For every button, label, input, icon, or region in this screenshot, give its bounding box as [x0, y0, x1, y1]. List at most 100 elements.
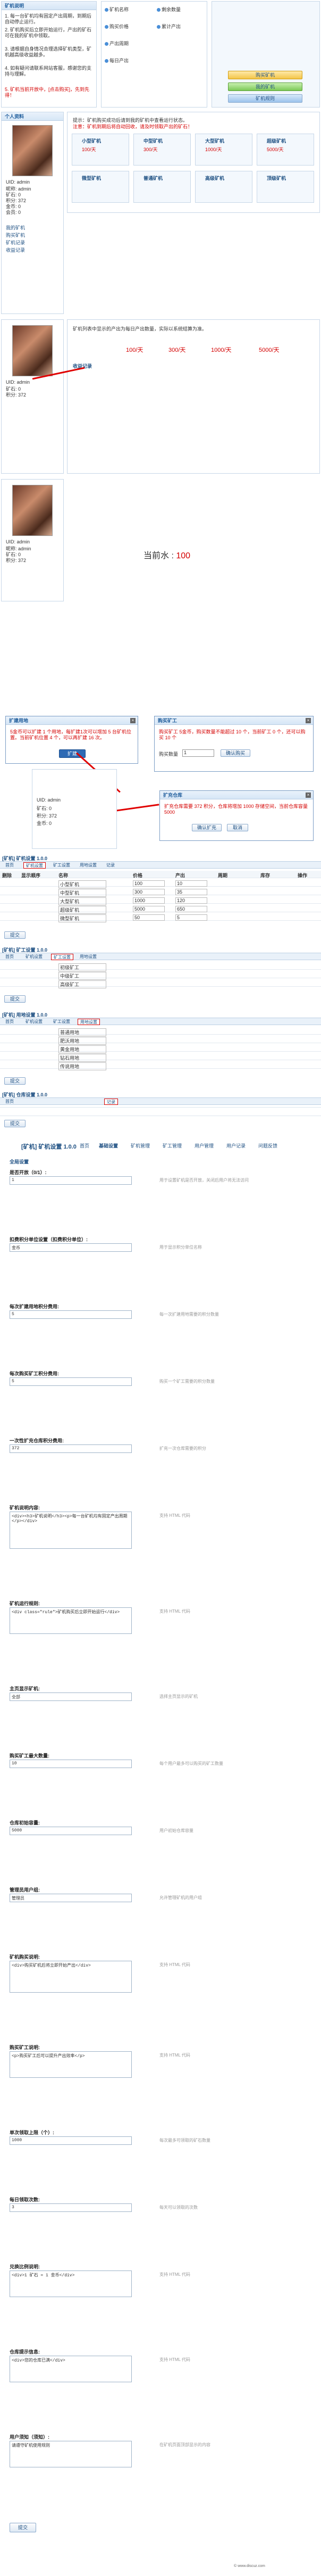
field-input[interactable]: <p>购买矿工后可以提升产出效率</p>: [10, 2051, 132, 2078]
submit-button[interactable]: 提交: [4, 995, 26, 1003]
field-input[interactable]: 金币: [10, 1243, 132, 1252]
tab-log[interactable]: 记录: [104, 862, 117, 869]
field-input[interactable]: <div>您的仓库已满</div>: [10, 2356, 132, 2382]
tab-feedback[interactable]: 问题反馈: [258, 1142, 277, 1149]
field-label: 每次扩建用地积分费用:: [10, 1304, 59, 1309]
rules-button[interactable]: 矿机规则: [228, 94, 302, 103]
profile-sidebar: 个人资料 UID: admin 昵称: admin 矿石: 0 积分: 372 …: [1, 112, 64, 314]
avatar[interactable]: [12, 485, 53, 536]
tab-users[interactable]: 用户管理: [195, 1142, 214, 1149]
tab-home[interactable]: 首页: [3, 954, 16, 960]
modal-expand-land: 扩建用地 × 5金币可以扩建 1 个用地，每扩建1次可以增加 5 台矿机位置。当…: [5, 716, 138, 764]
submit-button[interactable]: 提交: [4, 1077, 26, 1085]
field-input[interactable]: 5: [10, 1310, 132, 1319]
field-input[interactable]: 372: [10, 1444, 132, 1453]
tab-home[interactable]: 首页: [3, 1019, 16, 1025]
field-input[interactable]: 全部: [10, 1692, 132, 1701]
list-item[interactable]: 每日产出: [105, 57, 153, 64]
intro-bullet-3: 3. 请根据自身情况合理选择矿机类型，矿机越高级收益越多。: [5, 46, 92, 57]
profile-menu-item[interactable]: 我的矿机: [6, 224, 25, 231]
field-input[interactable]: <div><h3>矿机说明</h3><p>每一台矿机均有固定产出周期</p></…: [10, 1512, 132, 1549]
cancel-button[interactable]: 取消: [227, 824, 248, 831]
save-button[interactable]: 提交: [10, 2523, 36, 2532]
modal-buy-worker: 购买矿工 × 购买矿工 5金币，购买数量不能超过 10 个，当前矿工 0 个，还…: [154, 716, 314, 772]
field-label: 每日领取次数:: [10, 2197, 40, 2202]
tab-land[interactable]: 用地设置: [78, 862, 99, 869]
tab-machines[interactable]: 矿机管理: [131, 1142, 150, 1149]
list-item[interactable]: 累计产出: [157, 23, 205, 30]
profile-menu-item[interactable]: 收益记录: [6, 246, 25, 253]
table-row: 小型矿机 100 10: [0, 879, 321, 888]
tab-machine[interactable]: 矿机设置: [23, 862, 46, 869]
field-help: 在矿机页面顶部显示的内容: [159, 2442, 210, 2447]
qty-input[interactable]: 1: [182, 749, 214, 757]
field-label: 矿机运行规则:: [10, 1601, 40, 1606]
settings-section: 全局设置: [10, 1159, 29, 1165]
tab-machine[interactable]: 矿机设置: [23, 954, 45, 960]
field-input[interactable]: 管理员: [10, 1894, 132, 1902]
close-icon[interactable]: ×: [130, 718, 136, 723]
field-input[interactable]: 5000: [10, 1827, 132, 1835]
qty-label: 购买数量: [159, 752, 179, 757]
field-input[interactable]: <div class="rule">矿机购买后立即开始运行</div>: [10, 1607, 132, 1634]
machine-card[interactable]: 中型矿机 300/天: [133, 134, 191, 166]
avatar[interactable]: [12, 325, 53, 376]
tab-land[interactable]: 用地设置: [78, 1019, 100, 1025]
tab-worker[interactable]: 矿工设置: [51, 1019, 72, 1025]
list-item[interactable]: 购买价格: [105, 23, 153, 30]
tab-worker[interactable]: 矿工设置: [51, 954, 73, 960]
field-input[interactable]: <div>1 矿石 = 1 金币</div>: [10, 2270, 132, 2297]
tab-worker[interactable]: 矿工设置: [51, 862, 72, 869]
field-label: 矿机说明内容:: [10, 1505, 40, 1510]
list-item[interactable]: 产出周期: [105, 40, 153, 47]
field-input[interactable]: 3: [10, 2203, 132, 2212]
field-label: 仓库提示信息:: [10, 2349, 40, 2355]
profile-line: UID: admin: [6, 539, 30, 544]
table-row: 大型矿机 1000 120: [0, 896, 321, 905]
tab-workers[interactable]: 矿工管理: [163, 1142, 182, 1149]
machine-card[interactable]: 普通矿机: [133, 171, 191, 203]
avatar[interactable]: [12, 125, 53, 176]
buy-machine-button[interactable]: 购买矿机: [228, 71, 302, 79]
confirm-buy-button[interactable]: 确认购买: [221, 749, 250, 757]
profile-sidebar-3: UID: admin 昵称: admin 矿石: 0 积分: 372: [1, 479, 64, 601]
machine-card[interactable]: 高级矿机: [195, 171, 252, 203]
field-input[interactable]: 5: [10, 1377, 132, 1386]
confirm-expand-button[interactable]: 确认扩充: [192, 824, 222, 831]
close-icon[interactable]: ×: [306, 792, 311, 798]
machine-card[interactable]: 顶级矿机: [257, 171, 314, 203]
field-input[interactable]: 1000: [10, 2136, 132, 2145]
my-machine-button[interactable]: 我的矿机: [228, 82, 302, 91]
tab-land[interactable]: 用地设置: [78, 954, 99, 960]
close-icon[interactable]: ×: [306, 718, 311, 723]
tab-home[interactable]: 首页: [3, 1099, 16, 1105]
tab-machine[interactable]: 矿机设置: [23, 1019, 45, 1025]
machine-card[interactable]: 小型矿机 100/天: [72, 134, 129, 166]
profile-menu-item[interactable]: 矿机记录: [6, 239, 25, 246]
tab-home[interactable]: 首页: [80, 1142, 89, 1149]
field-label: 管理员用户组:: [10, 1887, 40, 1893]
field-input[interactable]: 1: [10, 1176, 132, 1185]
modal-text: 购买矿工 5金币，购买数量不能超过 10 个，当前矿工 0 个，还可以购买 10…: [159, 729, 306, 740]
tab-log[interactable]: 记录: [104, 1099, 118, 1105]
field-input[interactable]: 10: [10, 1760, 132, 1768]
field-label: 矿机购买说明:: [10, 1954, 40, 1960]
list-item[interactable]: 剩余数量: [157, 6, 205, 13]
submit-button[interactable]: 提交: [4, 931, 26, 939]
profile-menu-item[interactable]: 购买矿机: [6, 232, 25, 238]
tab-user-log[interactable]: 用户记录: [226, 1142, 246, 1149]
field-input[interactable]: 请遵守矿机使用规则: [10, 2441, 132, 2467]
machine-card[interactable]: 超级矿机 5000/天: [257, 134, 314, 166]
profile-line: UID: admin: [6, 379, 30, 385]
tab-basic[interactable]: 基础设置: [99, 1142, 118, 1149]
table-row: 初级矿工: [0, 962, 321, 971]
list-item[interactable]: 矿机名称: [105, 6, 153, 13]
table-row: 传说用地: [0, 1061, 321, 1070]
submit-button[interactable]: 提交: [4, 1120, 26, 1127]
field-input[interactable]: <div>购买矿机后将立即开始产出</div>: [10, 1961, 132, 1993]
machine-card[interactable]: 大型矿机 1000/天: [195, 134, 252, 166]
tab-home[interactable]: 首页: [3, 862, 16, 869]
intro-highlight[interactable]: 5. 矿机当前开放中，[点击购买]，先到先得！: [5, 87, 94, 98]
machine-card[interactable]: 微型矿机: [72, 171, 129, 203]
field-help: 每一次扩建用地需要的积分数量: [159, 1312, 219, 1317]
